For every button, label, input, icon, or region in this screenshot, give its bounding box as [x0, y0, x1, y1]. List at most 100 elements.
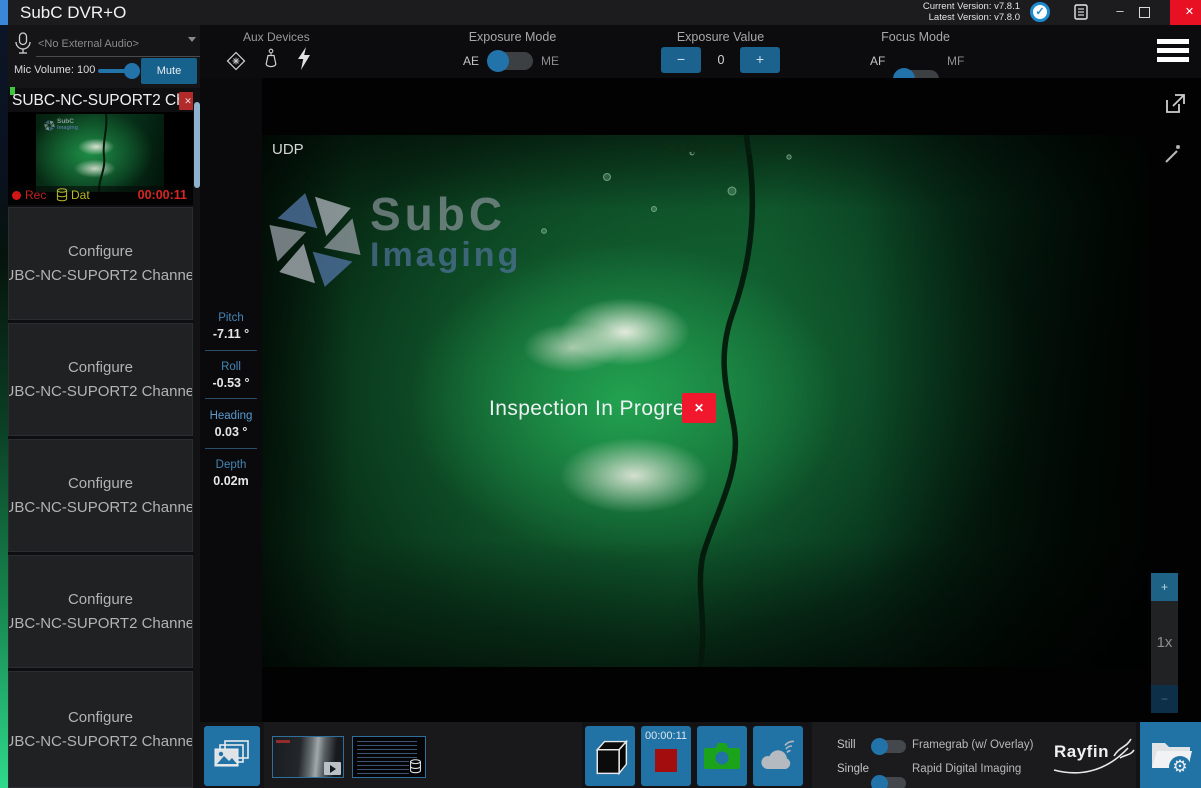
- rec-label: Rec: [25, 188, 46, 202]
- app-title: SubC DVR+O: [20, 1, 126, 24]
- rapid-label: Rapid Digital Imaging: [912, 763, 1021, 775]
- configure-channel-button[interactable]: Configure UBC-NC-SUPORT2 Channel: [8, 323, 193, 436]
- video-timestamp-date: 2024/11/08: [662, 141, 736, 158]
- rayfin-logo-swoosh: [1052, 734, 1136, 778]
- channel-preview-video: SubC Imaging: [36, 114, 164, 192]
- magic-wand-icon[interactable]: [1162, 141, 1186, 165]
- framegrab-label: Framegrab (w/ Overlay): [912, 739, 1033, 751]
- stop-record-icon: [655, 749, 677, 772]
- channel-header: SUBC-NC-SUPORT2 Cha: [8, 90, 193, 112]
- watermark-subc-text: SubC: [370, 191, 521, 237]
- watermark-imaging-text: Imaging: [370, 237, 521, 273]
- exposure-value: 0: [711, 53, 731, 67]
- lamp-device-icon[interactable]: [263, 48, 279, 72]
- channel-header-title: SUBC-NC-SUPORT2 Cha: [8, 90, 193, 112]
- file-manager-button[interactable]: ⚙: [1140, 722, 1201, 788]
- configure-channel-button[interactable]: Configure UBC-NC-SUPORT2 Channel: [8, 671, 193, 788]
- close-button[interactable]: ✕: [1170, 0, 1201, 25]
- cloud-signal-icon: [759, 740, 797, 772]
- configure-channel-button[interactable]: Configure UBC-NC-SUPORT2 Channel: [8, 207, 193, 320]
- dat-label: Dat: [71, 188, 90, 202]
- heading-value: 0.03 °: [200, 425, 262, 439]
- release-notes-icon[interactable]: [1072, 4, 1090, 21]
- record-timer: 00:00:11: [641, 730, 691, 742]
- roll-label: Roll: [200, 361, 262, 373]
- exposure-mode-toggle[interactable]: [489, 52, 533, 70]
- preview-watermark-aperture-icon: [44, 120, 55, 131]
- title-bar: SubC DVR+O Current Version: v7.8.1 Lates…: [8, 0, 1201, 25]
- exposure-me-label: ME: [541, 54, 559, 68]
- telemetry-divider: [205, 398, 257, 399]
- laser-device-icon[interactable]: [225, 50, 247, 72]
- recent-video-thumbnail[interactable]: [272, 736, 344, 778]
- preview-status-row: Rec Dat 00:00:11: [8, 186, 193, 205]
- latest-version: Latest Version: v7.8.0: [923, 12, 1020, 23]
- gear-icon: ⚙: [1169, 756, 1191, 778]
- channel-list-scrollbar[interactable]: [193, 90, 200, 788]
- subc-dvr-window: SubC DVR+O Current Version: v7.8.1 Lates…: [0, 0, 1201, 788]
- exposure-ae-label: AE: [463, 54, 479, 68]
- pitch-value: -7.11 °: [200, 327, 262, 341]
- update-check-icon[interactable]: ✓: [1030, 2, 1050, 22]
- focus-mode-label: Focus Mode: [858, 30, 973, 44]
- single-mode-toggle[interactable]: [872, 777, 906, 788]
- exposure-minus-button[interactable]: −: [661, 47, 701, 73]
- maximize-button[interactable]: [1139, 7, 1150, 18]
- chevron-down-icon: [188, 37, 196, 42]
- audio-device-select[interactable]: <No External Audio>: [36, 33, 200, 57]
- capture-settings-panel: Still Framegrab (w/ Overlay) Single Rapi…: [812, 722, 1136, 788]
- focus-mf-label: MF: [947, 54, 964, 68]
- configure-channel-button[interactable]: Configure UBC-NC-SUPORT2 Channel: [8, 555, 193, 668]
- hamburger-menu-icon[interactable]: [1157, 39, 1189, 62]
- mute-button[interactable]: Mute: [141, 58, 197, 84]
- zoom-in-button[interactable]: +: [1151, 573, 1178, 601]
- configure-channel-button[interactable]: Configure UBC-NC-SUPORT2 Channel: [8, 439, 193, 552]
- channel-preview[interactable]: SubC Imaging Rec Dat 00:00:11: [8, 112, 193, 205]
- version-info: Current Version: v7.8.1 Latest Version: …: [923, 1, 1020, 23]
- mic-volume-slider-knob[interactable]: [124, 63, 140, 79]
- video-feed: UDP 2024/11/08 13:49:50 SubC Imaging: [262, 135, 1148, 667]
- inspection-close-button[interactable]: ✕: [682, 393, 716, 423]
- mic-volume-slider[interactable]: [98, 69, 136, 73]
- heading-label: Heading: [200, 410, 262, 422]
- desktop-edge-top: [0, 0, 8, 25]
- data-cylinder-icon: [56, 188, 68, 202]
- record-button[interactable]: 00:00:11: [641, 726, 691, 786]
- strobe-device-icon[interactable]: [296, 47, 312, 71]
- preview-watermark-line2: Imaging: [57, 125, 78, 131]
- cube-icon: [590, 736, 630, 778]
- video-protocol-label: UDP: [272, 141, 304, 158]
- telemetry-divider: [205, 350, 257, 351]
- audio-panel: <No External Audio> Mic Volume: 100 Mute: [8, 25, 200, 88]
- 3d-mode-button[interactable]: [585, 726, 635, 786]
- exposure-value-label: Exposure Value: [663, 30, 778, 44]
- cloud-upload-button[interactable]: [753, 726, 803, 786]
- popout-window-icon[interactable]: [1163, 91, 1187, 115]
- media-gallery-button[interactable]: [204, 726, 260, 786]
- pitch-label: Pitch: [200, 312, 262, 324]
- minimize-button[interactable]: –: [1105, 0, 1135, 25]
- exposure-plus-button[interactable]: +: [740, 47, 780, 73]
- gallery-icon: [214, 740, 250, 772]
- data-cylinder-icon: [409, 759, 422, 774]
- play-icon: [324, 762, 341, 775]
- video-timestamp-time: 13:49:50: [746, 141, 806, 158]
- mic-volume-label: Mic Volume: 100: [14, 64, 95, 76]
- telemetry-divider: [205, 448, 257, 449]
- telemetry-column: [200, 78, 262, 722]
- desktop-edge: [0, 25, 8, 788]
- subc-aperture-icon: [268, 193, 362, 287]
- still-capture-button[interactable]: [697, 726, 747, 786]
- zoom-level-display: 1x: [1151, 601, 1178, 685]
- focus-af-label: AF: [870, 54, 885, 68]
- zoom-out-button[interactable]: −: [1151, 685, 1178, 713]
- single-label: Single: [837, 763, 869, 775]
- rayfin-logo: Rayfin: [1052, 734, 1136, 778]
- video-stage: UDP 2024/11/08 13:49:50 SubC Imaging: [262, 78, 1201, 722]
- aux-devices-label: Aux Devices: [243, 30, 310, 44]
- still-label: Still: [837, 739, 856, 751]
- still-mode-toggle[interactable]: [872, 740, 906, 753]
- exposure-mode-label: Exposure Mode: [455, 30, 570, 44]
- recent-data-thumbnail[interactable]: [352, 736, 426, 778]
- channel-list-scrollbar-thumb[interactable]: [194, 102, 200, 188]
